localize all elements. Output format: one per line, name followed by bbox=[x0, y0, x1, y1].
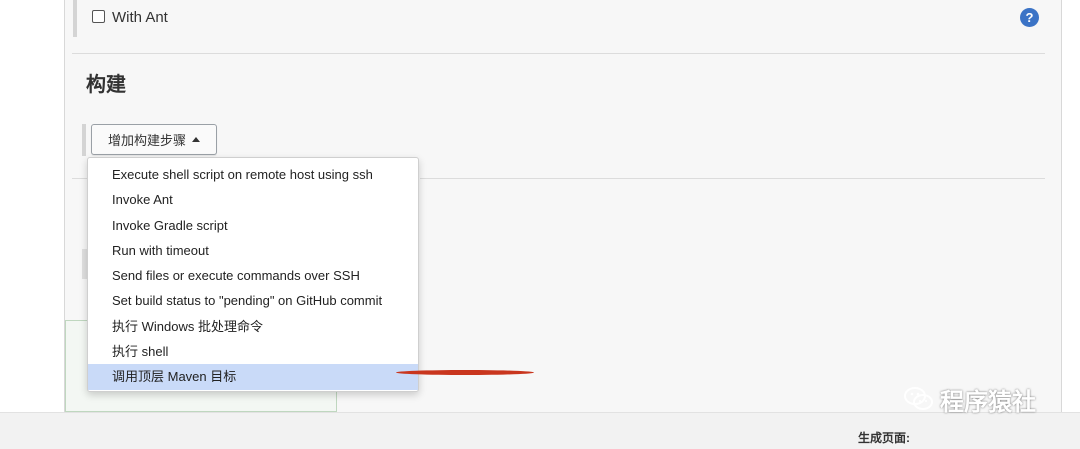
footer: 生成页面: bbox=[0, 412, 1080, 449]
menu-item-execute-shell[interactable]: 执行 shell bbox=[88, 339, 418, 364]
add-step-bar bbox=[82, 124, 86, 156]
menu-item-maven-target[interactable]: 调用顶层 Maven 目标 bbox=[88, 364, 418, 390]
with-ant-checkbox[interactable] bbox=[92, 10, 105, 23]
footer-generated-label: 生成页面: bbox=[858, 431, 910, 445]
menu-item-invoke-gradle[interactable]: Invoke Gradle script bbox=[88, 213, 418, 238]
divider bbox=[72, 178, 87, 179]
build-step-menu: Execute shell script on remote host usin… bbox=[87, 157, 419, 392]
option-row-with-ant: With Ant bbox=[73, 0, 1049, 37]
caret-up-icon bbox=[192, 137, 200, 142]
watermark: 程序猿社 bbox=[904, 382, 1036, 416]
section-title-build: 构建 bbox=[86, 74, 126, 96]
divider bbox=[72, 53, 1045, 54]
add-build-step-label: 增加构建步骤 bbox=[107, 133, 186, 148]
menu-item-ssh-shell[interactable]: Execute shell script on remote host usin… bbox=[88, 162, 418, 187]
menu-item-windows-batch[interactable]: 执行 Windows 批处理命令 bbox=[88, 314, 418, 339]
with-ant-label: With Ant bbox=[112, 9, 168, 26]
menu-item-run-with-timeout[interactable]: Run with timeout bbox=[88, 238, 418, 263]
question-icon[interactable]: ? bbox=[1020, 8, 1039, 27]
annotation-underline bbox=[396, 370, 534, 375]
add-build-step-button[interactable]: 增加构建步骤 bbox=[91, 124, 217, 155]
divider bbox=[420, 178, 1045, 179]
menu-item-send-files-ssh[interactable]: Send files or execute commands over SSH bbox=[88, 263, 418, 288]
menu-item-invoke-ant[interactable]: Invoke Ant bbox=[88, 187, 418, 212]
watermark-text: 程序猿社 bbox=[940, 388, 1036, 416]
menu-item-github-pending[interactable]: Set build status to "pending" on GitHub … bbox=[88, 288, 418, 313]
wechat-icon bbox=[904, 387, 933, 410]
